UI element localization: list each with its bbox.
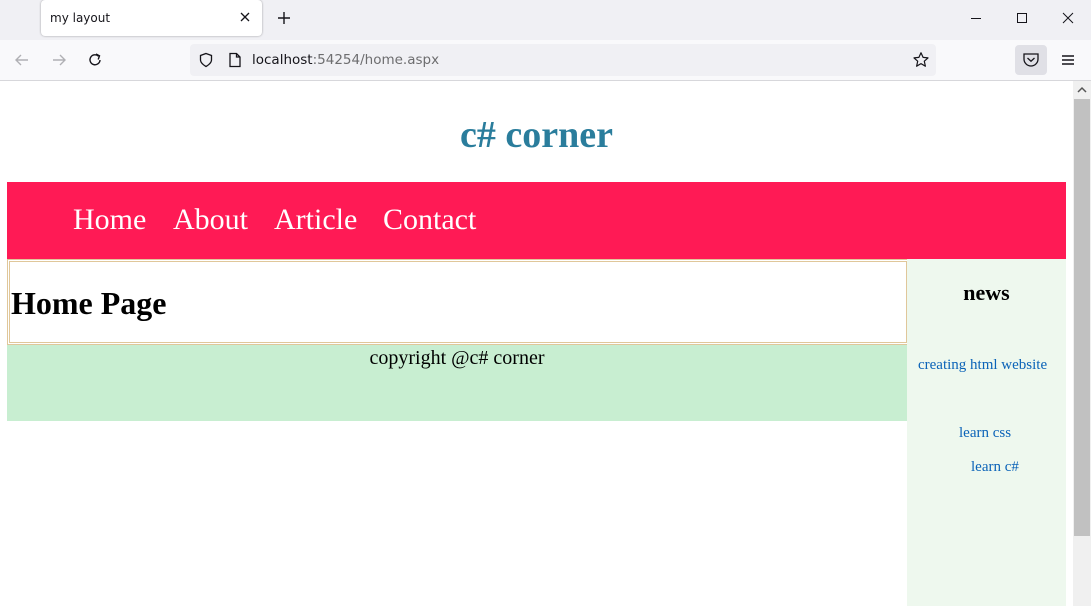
page-icon[interactable] <box>228 52 242 68</box>
nav-link-contact[interactable]: Contact <box>383 203 476 237</box>
page-viewport: c# corner Home About Article Contact Hom… <box>0 81 1073 606</box>
back-arrow-icon[interactable] <box>13 51 31 69</box>
tab-title: my layout <box>50 11 111 25</box>
news-heading: news <box>963 280 1010 305</box>
scrollbar-thumb[interactable] <box>1074 99 1090 536</box>
plus-icon[interactable] <box>275 9 293 27</box>
url-host: localhost <box>252 52 313 68</box>
close-icon[interactable] <box>238 10 252 24</box>
url-path: :54254/home.aspx <box>312 52 440 68</box>
star-icon[interactable] <box>912 51 930 69</box>
footer: copyright @c# corner <box>7 345 907 421</box>
vertical-scrollbar[interactable] <box>1073 81 1091 606</box>
minimize-icon[interactable] <box>966 8 986 28</box>
site-navigation: Home About Article Contact <box>7 182 1066 259</box>
url-bar[interactable]: localhost:54254/home.aspx <box>190 44 936 76</box>
nav-link-about[interactable]: About <box>173 203 248 237</box>
news-sidebar: news creating html website learn css lea… <box>907 259 1066 606</box>
tab-my-layout[interactable]: my layout <box>41 0 262 36</box>
main-content: Home Page <box>7 259 909 345</box>
footer-copyright: copyright @c# corner <box>369 347 545 369</box>
shield-icon[interactable] <box>198 52 214 68</box>
tab-bar: my layout <box>0 0 1091 40</box>
close-window-icon[interactable] <box>1058 8 1078 28</box>
scroll-up-arrow-icon[interactable] <box>1076 84 1088 96</box>
news-link-learn-csharp[interactable]: learn c# <box>971 459 1019 476</box>
news-link-learn-css[interactable]: learn css <box>959 425 1011 442</box>
reload-icon[interactable] <box>86 51 104 69</box>
site-title: c# corner <box>460 114 613 156</box>
pocket-button[interactable] <box>1015 45 1047 75</box>
navigation-toolbar: localhost:54254/home.aspx <box>0 40 1091 81</box>
forward-arrow-icon[interactable] <box>50 51 68 69</box>
hamburger-menu-icon[interactable] <box>1058 50 1078 70</box>
nav-link-home[interactable]: Home <box>73 203 146 237</box>
news-link-creating-html-website[interactable]: creating html website <box>918 357 1047 374</box>
pocket-icon <box>1023 53 1039 67</box>
page-heading: Home Page <box>11 285 167 321</box>
url-text[interactable]: localhost:54254/home.aspx <box>252 52 439 68</box>
nav-link-article[interactable]: Article <box>274 203 357 237</box>
maximize-icon[interactable] <box>1012 8 1032 28</box>
